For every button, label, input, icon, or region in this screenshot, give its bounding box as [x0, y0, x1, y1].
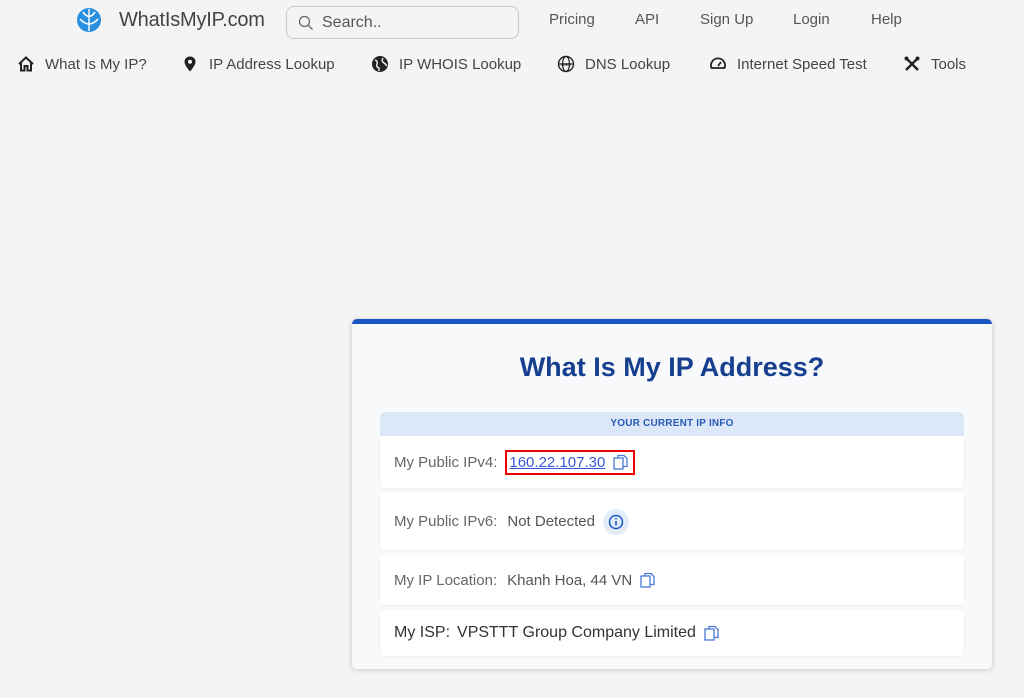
subnav-what-is-my-ip[interactable]: What Is My IP?: [16, 54, 147, 74]
speedometer-icon: [708, 54, 728, 74]
dns-globe-icon: DNS: [556, 54, 576, 74]
nav-api[interactable]: API: [635, 11, 659, 28]
ipv4-label: My Public IPv4:: [394, 453, 498, 471]
subnav-label: IP Address Lookup: [209, 55, 335, 73]
home-icon: [16, 54, 36, 74]
search-icon: [298, 15, 313, 30]
copy-icon[interactable]: [612, 454, 629, 471]
ip-info-card: What Is My IP Address? YOUR CURRENT IP I…: [352, 319, 992, 669]
location-label: My IP Location:: [394, 571, 498, 589]
nav-pricing[interactable]: Pricing: [549, 11, 595, 28]
location-value: Khanh Hoa, 44 VN: [507, 571, 633, 589]
subnav-tools[interactable]: Tools: [902, 54, 966, 74]
ipv6-value: Not Detected: [507, 513, 595, 530]
search-input[interactable]: [322, 13, 502, 32]
ipv4-link[interactable]: 160.22.107.30: [509, 454, 605, 471]
top-bar: WhatIsMyIP.com Pricing API Sign Up Login…: [0, 0, 1024, 84]
nav-sign-up[interactable]: Sign Up: [700, 11, 753, 28]
isp-row: My ISP: VPSTTT Group Company Limited: [380, 610, 964, 656]
subnav-label: IP WHOIS Lookup: [399, 55, 522, 73]
search-box[interactable]: [286, 6, 519, 39]
isp-value: VPSTTT Group Company Limited: [457, 624, 696, 641]
copy-icon[interactable]: [639, 572, 656, 589]
ipv4-row: My Public IPv4: 160.22.107.30: [380, 436, 964, 488]
map-pin-icon: [180, 54, 200, 74]
copy-icon[interactable]: [703, 625, 720, 642]
globe-logo-icon: [77, 8, 101, 32]
ipv4-highlight-box: 160.22.107.30: [505, 449, 636, 475]
svg-text:DNS: DNS: [561, 62, 571, 67]
subnav-ip-whois-lookup[interactable]: IP WHOIS Lookup: [370, 54, 521, 74]
info-icon[interactable]: [602, 508, 629, 535]
subnav-label: Tools: [931, 55, 967, 73]
globe-icon: [370, 54, 390, 74]
subnav-internet-speed-test[interactable]: Internet Speed Test: [708, 54, 867, 74]
subnav-dns-lookup[interactable]: DNS DNS Lookup: [556, 54, 670, 74]
subnav-label: Internet Speed Test: [737, 55, 867, 73]
card-title: What Is My IP Address?: [519, 352, 825, 382]
site-name: WhatIsMyIP.com: [119, 8, 265, 31]
tools-icon: [902, 54, 922, 74]
subnav-label: DNS Lookup: [585, 55, 671, 73]
subnav-ip-address-lookup[interactable]: IP Address Lookup: [180, 54, 335, 74]
nav-help[interactable]: Help: [871, 11, 902, 28]
section-header: YOUR CURRENT IP INFO: [380, 412, 964, 436]
subnav-label: What Is My IP?: [45, 55, 147, 73]
ipv6-row: My Public IPv6: Not Detected: [380, 493, 964, 550]
location-row: My IP Location: Khanh Hoa, 44 VN: [380, 555, 964, 605]
nav-login[interactable]: Login: [793, 11, 830, 28]
ipv6-label: My Public IPv6:: [394, 513, 498, 530]
isp-label: My ISP:: [394, 624, 451, 641]
site-logo[interactable]: WhatIsMyIP.com: [76, 7, 265, 33]
